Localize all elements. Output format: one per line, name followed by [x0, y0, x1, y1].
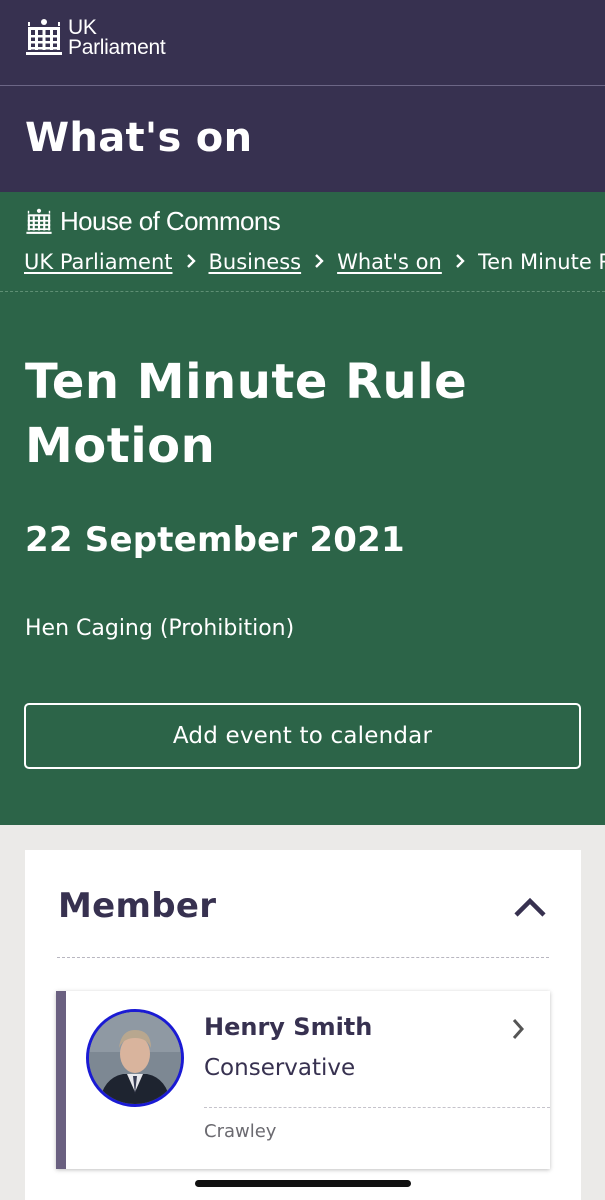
member-name: Henry Smith: [204, 1013, 373, 1041]
chevron-right-icon: [313, 250, 325, 274]
section-title: What's on: [25, 115, 253, 161]
member-card[interactable]: Henry Smith Conservative Crawley: [56, 991, 550, 1169]
site-header: UK Parliament What's on: [0, 0, 605, 192]
card-divider: [204, 1107, 550, 1108]
member-party: Conservative: [204, 1055, 356, 1081]
house-of-commons-brand[interactable]: House of Commons: [26, 206, 281, 237]
member-avatar: [86, 1009, 184, 1107]
member-panel: Member Henry Smith Conservative Crawley: [25, 850, 581, 1200]
event-date: 22 September 2021: [25, 520, 405, 560]
chevron-right-icon: [510, 1017, 526, 1045]
member-constituency: Crawley: [204, 1121, 277, 1142]
chevron-right-icon: [454, 250, 466, 274]
logo-line-parliament: Parliament: [68, 36, 166, 59]
header-divider: [0, 85, 605, 86]
breadcrumb-whats-on[interactable]: What's on: [337, 250, 442, 274]
breadcrumb-current: Ten Minute Rule Motion: [477, 250, 605, 274]
event-title: Ten Minute Rule Motion: [25, 354, 468, 474]
breadcrumb-uk-parliament[interactable]: UK Parliament: [24, 250, 173, 274]
member-divider: [57, 957, 549, 958]
chevron-up-icon[interactable]: [513, 896, 547, 922]
breadcrumb-divider: [0, 291, 605, 292]
portcullis-icon: [26, 19, 62, 55]
uk-parliament-logo[interactable]: UK Parliament: [26, 16, 166, 59]
home-indicator[interactable]: [195, 1180, 411, 1187]
event-banner: House of Commons UK Parliament Business …: [0, 192, 605, 825]
breadcrumb-business[interactable]: Business: [209, 250, 302, 274]
portcullis-icon: [26, 208, 52, 234]
chevron-right-icon: [185, 250, 197, 274]
breadcrumb: UK Parliament Business What's on Ten Min…: [24, 250, 605, 274]
member-heading: Member: [58, 886, 217, 926]
event-subject: Hen Caging (Prohibition): [25, 616, 295, 641]
add-to-calendar-button[interactable]: Add event to calendar: [24, 703, 581, 769]
logo-line-uk: UK: [68, 16, 97, 39]
house-name: House of Commons: [60, 206, 281, 236]
